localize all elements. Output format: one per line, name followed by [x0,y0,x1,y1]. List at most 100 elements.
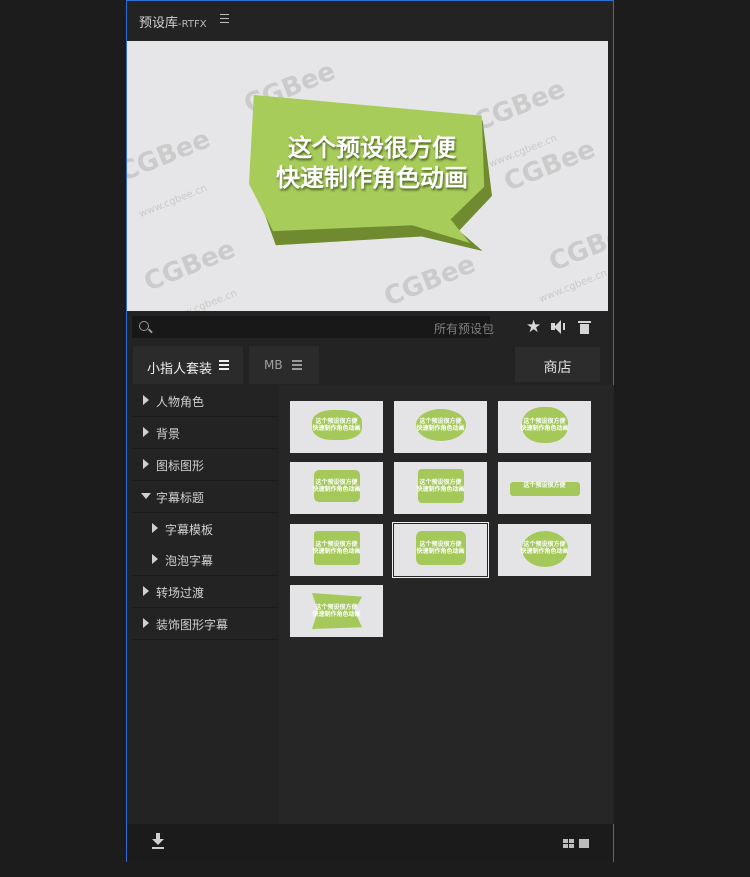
bubble-line-1: 这个预设很方便 [288,134,456,162]
collapse-arrow-icon[interactable] [141,493,151,499]
tree-item-label: 泡泡字幕 [165,554,214,568]
tab-menu-icon[interactable] [292,360,302,370]
thumb-text-line-2: 快速制作角色动画 [416,425,465,432]
watermark-url: www.cgbee.cn [167,287,239,311]
star-icon[interactable]: ★ [526,317,541,337]
preset-thumbnail[interactable]: 这个预设很方便 [498,462,591,514]
watermark-url: www.cgbee.cn [537,267,608,306]
tree-item-label: 字幕模板 [165,523,214,537]
speaker-icon[interactable] [551,319,569,335]
expand-arrow-icon[interactable] [152,554,158,564]
category-tree: 人物角色 背景 图标图形 字幕标题 字幕模板 泡泡字幕 转场过渡 装饰图形字幕 [132,385,278,824]
tree-item-transitions[interactable]: 转场过渡 [132,576,278,608]
thumb-text-line-1: 这个预设很方便 [523,541,566,548]
download-icon[interactable] [152,833,164,849]
thumb-text-line-2: 快速制作角色动画 [312,486,361,493]
bubble-text: 这个预设很方便 快速制作角色动画 [267,133,477,193]
expand-arrow-icon[interactable] [143,395,149,405]
watermark: CGBee [469,74,570,138]
expand-arrow-icon[interactable] [152,523,158,533]
tree-item-label: 转场过渡 [156,586,205,600]
tree-item-title-templates[interactable]: 字幕模板 [132,513,278,544]
panel-titlebar: 预设库-RTFX [127,1,613,39]
tree-item-label: 图标图形 [156,459,205,473]
thumb-text-line-1: 这个预设很方便 [315,418,358,425]
shop-button[interactable]: 商店 [515,347,600,382]
thumb-text-line-2: 快速制作角色动画 [416,486,465,493]
thumb-text: 这个预设很方便 快速制作角色动画 [394,541,487,555]
tab-label: MB [264,358,283,372]
tree-item-label: 人物角色 [156,395,205,409]
tree-item-characters[interactable]: 人物角色 [132,385,278,417]
thumb-text: 这个预设很方便 快速制作角色动画 [290,418,383,432]
tree-item-icons-graphics[interactable]: 图标图形 [132,449,278,481]
thumb-text-line-1: 这个预设很方便 [315,479,358,486]
panel-title-suffix: -RTFX [178,19,207,30]
thumb-text: 这个预设很方便 快速制作角色动画 [498,418,591,432]
tab-label: 小指人套装 [147,362,213,377]
search-icon [139,321,149,331]
thumb-text: 这个预设很方便 快速制作角色动画 [290,479,383,493]
tree-item-titles[interactable]: 字幕标题 [132,481,278,513]
thumb-text: 这个预设很方便 快速制作角色动画 [394,418,487,432]
watermark: CGBee [127,124,215,188]
preset-thumbnail[interactable]: 这个预设很方便 快速制作角色动画 [290,462,383,514]
preset-library-panel: 预设库-RTFX CGBee CGBee CGBee CGBee CGBee C… [126,0,614,862]
preset-thumbnail[interactable]: 这个预设很方便 快速制作角色动画 [290,401,383,453]
thumb-text-line-2: 快速制作角色动画 [520,548,569,555]
preset-thumbnail[interactable]: 这个预设很方便 快速制作角色动画 [290,585,383,637]
tree-item-bubble-titles[interactable]: 泡泡字幕 [132,544,278,576]
preset-thumbnail[interactable]: 这个预设很方便 快速制作角色动画 [394,401,487,453]
tree-item-label: 装饰图形字幕 [156,618,229,632]
grid-view-icon[interactable] [563,839,574,848]
watermark-url: www.cgbee.cn [137,182,209,221]
thumb-text: 这个预设很方便 [498,482,591,489]
shop-button-label: 商店 [543,360,572,376]
search-input[interactable]: 所有预设包 [132,316,494,338]
trash-icon[interactable] [578,320,591,335]
large-view-icon[interactable] [579,839,589,848]
panel-menu-icon[interactable] [220,14,229,24]
expand-arrow-icon[interactable] [143,586,149,596]
thumb-text-line-2: 快速制作角色动画 [312,425,361,432]
tree-item-label: 背景 [156,427,181,441]
expand-arrow-icon[interactable] [143,459,149,469]
thumb-text-line-2: 快速制作角色动画 [312,548,361,555]
thumb-text-line-1: 这个预设很方便 [315,604,358,611]
watermark: CGBee [379,249,480,311]
preset-thumbnail-selected[interactable]: 这个预设很方便 快速制作角色动画 [392,522,489,578]
search-placeholder: 所有预设包 [433,322,494,336]
thumb-text-line-2: 快速制作角色动画 [520,425,569,432]
preset-thumbnail[interactable]: 这个预设很方便 快速制作角色动画 [498,524,591,576]
preset-thumbnail[interactable]: 这个预设很方便 快速制作角色动画 [498,401,591,453]
tree-item-decorative-titles[interactable]: 装饰图形字幕 [132,608,278,640]
thumb-text-line-1: 这个预设很方便 [419,418,462,425]
thumb-text: 这个预设很方便 快速制作角色动画 [290,604,383,618]
tree-item-label: 字幕标题 [156,491,205,505]
thumb-text-line-2: 快速制作角色动画 [312,611,361,618]
tab-mb[interactable]: MB [249,346,319,384]
watermark: CGBee [139,234,240,298]
thumb-text-line-1: 这个预设很方便 [315,541,358,548]
expand-arrow-icon[interactable] [143,427,149,437]
tab-xiaozhiren[interactable]: 小指人套装 [133,346,243,384]
panel-title: 预设库-RTFX [139,12,207,31]
thumb-text-line-1: 这个预设很方便 [419,479,462,486]
preset-thumbnail-grid: 这个预设很方便 快速制作角色动画 这个预设很方便 快速制作角色动画 这个预设很方便快… [279,385,614,824]
thumb-text-line-1: 这个预设很方便 [523,482,566,489]
panel-title-text: 预设库 [139,16,179,31]
tree-item-background[interactable]: 背景 [132,417,278,449]
tab-menu-icon[interactable] [219,360,229,370]
thumb-text-line-2: 快速制作角色动画 [416,548,465,555]
bubble-line-2: 快速制作角色动画 [276,164,468,192]
preset-thumbnail[interactable]: 这个预设很方便 快速制作角色动画 [394,462,487,514]
thumb-text-line-1: 这个预设很方便 [419,541,462,548]
expand-arrow-icon[interactable] [143,618,149,628]
preset-thumbnail[interactable]: 这个预设很方便 快速制作角色动画 [290,524,383,576]
thumb-text-line-1: 这个预设很方便 [523,418,566,425]
bottom-toolbar [127,824,613,862]
preset-preview: CGBee CGBee CGBee CGBee CGBee CGBee CGBe… [127,41,608,311]
thumb-text: 这个预设很方便 快速制作角色动画 [394,479,487,493]
thumb-text: 这个预设很方便 快速制作角色动画 [498,541,591,555]
watermark: CGBee [544,214,608,278]
